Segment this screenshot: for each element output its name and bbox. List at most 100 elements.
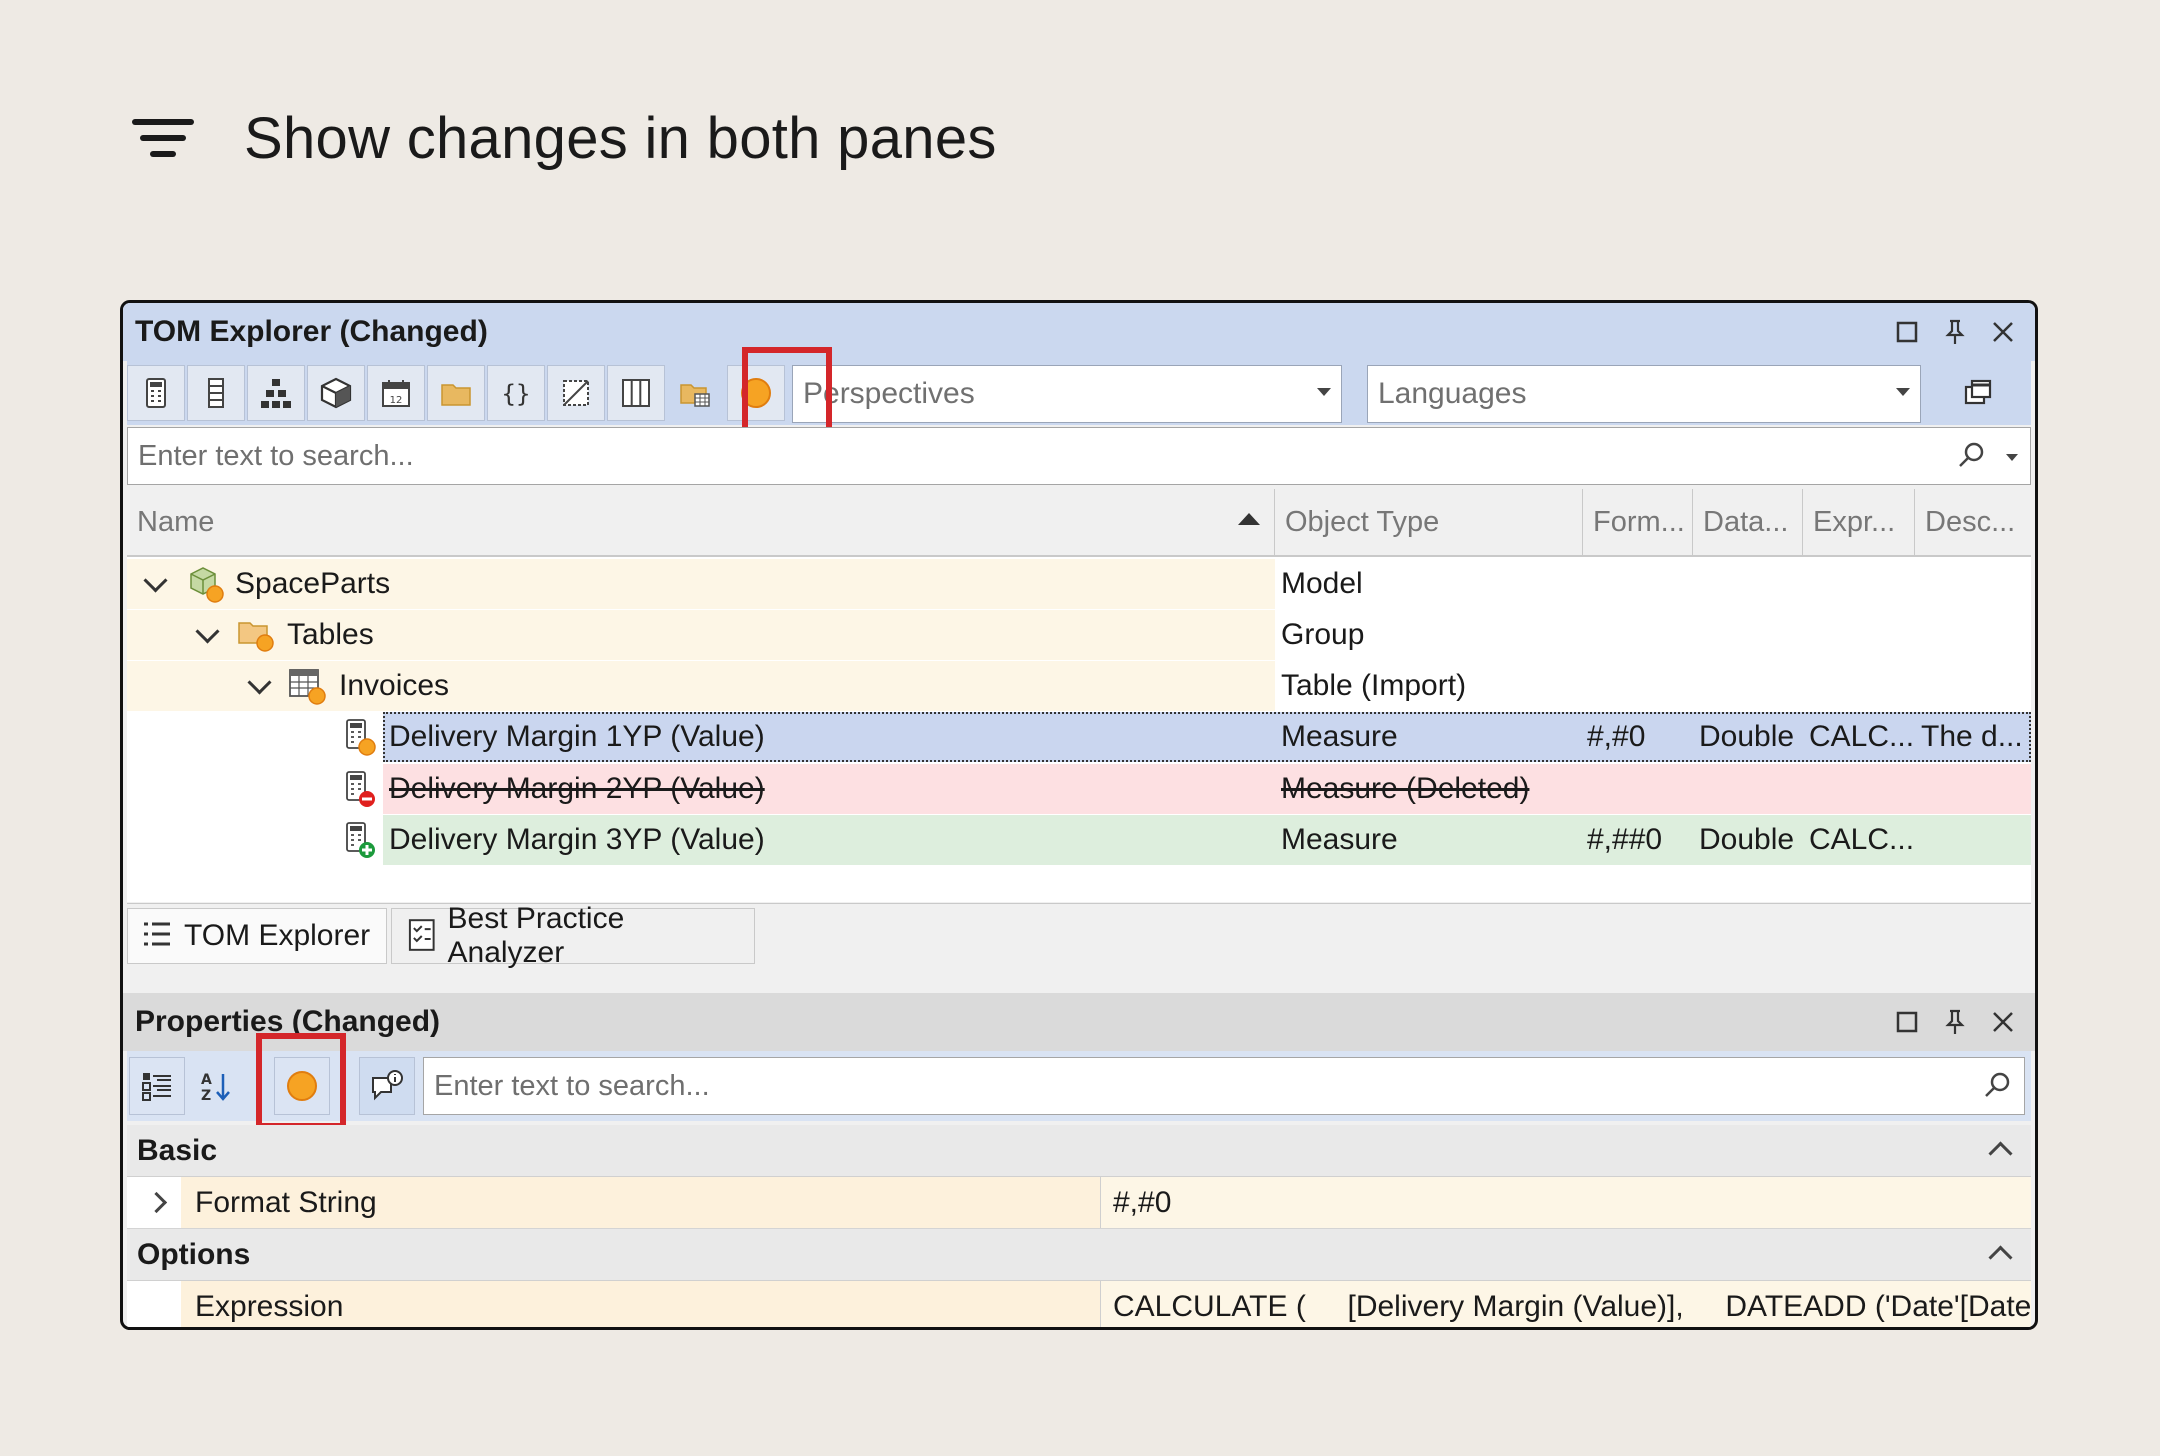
hidden-toggle-button[interactable] [547, 365, 605, 421]
close-icon[interactable] [1991, 1010, 2015, 1034]
chevron-down-icon [1896, 388, 1910, 396]
tree-row-format: #,##0 [1587, 823, 1663, 856]
tree-row-type: Model [1281, 567, 1363, 600]
page-title: Show changes in both panes [244, 105, 997, 171]
languages-label: Languages [1378, 377, 1527, 410]
folder-table-icon [680, 384, 710, 407]
svg-text:12: 12 [390, 395, 403, 406]
search-icon[interactable] [1956, 440, 1986, 470]
tom-toolbar: 12 {} Perspectives Languages [127, 361, 2031, 425]
close-icon[interactable] [1991, 320, 2015, 344]
pin-icon[interactable] [1943, 319, 1967, 344]
column-header-expression[interactable]: Expr... [1803, 489, 1915, 555]
categorized-button[interactable] [129, 1057, 185, 1115]
expression-toggle-button[interactable]: {} [487, 365, 545, 421]
tree-row-format: #,#0 [1587, 720, 1646, 753]
section-options[interactable]: Options [127, 1229, 2031, 1281]
tree-row-measure-3yp[interactable]: Delivery Margin 3YP (Value) Measure #,##… [127, 815, 2031, 865]
hierarchy-toggle-button[interactable] [247, 365, 305, 421]
column-header-object-type[interactable]: Object Type [1275, 489, 1583, 555]
tree-row-description: The d... [1921, 720, 2023, 753]
column-header-data[interactable]: Data... [1693, 489, 1803, 555]
property-pages-button[interactable] [359, 1057, 415, 1115]
tree-row-expression: CALC... [1809, 823, 1915, 856]
tree-row-type: Table (Import) [1281, 669, 1467, 702]
tree-row-datatype: Double [1699, 823, 1795, 856]
tree-row-type: Measure [1281, 823, 1398, 856]
tree-row-name: Tables [287, 618, 374, 651]
collapse-icon[interactable] [1988, 1245, 2013, 1270]
property-name: Format String [181, 1177, 1101, 1228]
tree-row-expression: CALC... [1809, 720, 1915, 753]
properties-show-changes-highlight [256, 1033, 346, 1129]
folder-icon [237, 610, 277, 660]
section-basic[interactable]: Basic [127, 1125, 2031, 1177]
alphabetical-button[interactable]: AZ [187, 1057, 243, 1115]
tree-row-measure-1yp[interactable]: Delivery Margin 1YP (Value) Measure #,#0… [127, 712, 2031, 762]
chevron-down-icon[interactable] [195, 610, 223, 660]
partition-toggle-button[interactable] [307, 365, 365, 421]
measure-changed-icon [339, 712, 379, 762]
braces-icon: {} [502, 380, 531, 408]
tom-explorer-titlebar: TOM Explorer (Changed) [123, 303, 2035, 361]
new-window-button[interactable] [1949, 365, 2007, 421]
perspectives-dropdown[interactable]: Perspectives [792, 365, 1342, 423]
calendar-toggle-button[interactable]: 12 [367, 365, 425, 421]
cube-icon [320, 377, 352, 409]
hidden-object-icon [563, 380, 589, 406]
tree-row-name: Delivery Margin 3YP (Value) [389, 823, 765, 856]
svg-text:Z: Z [201, 1088, 211, 1104]
columns-view-toggle-button[interactable] [607, 365, 665, 421]
columns-view-icon [622, 379, 650, 407]
collapse-icon[interactable] [1988, 1141, 2013, 1166]
sort-ascending-icon [1238, 513, 1260, 525]
tree-row-name: Delivery Margin 2YP (Value) [389, 772, 765, 805]
column-header-description[interactable]: Desc... [1915, 489, 2035, 555]
search-icon[interactable] [1982, 1070, 2012, 1100]
checklist-icon [408, 919, 435, 951]
column-toggle-button[interactable] [187, 365, 245, 421]
property-row-format-string[interactable]: Format String #,#0 [127, 1177, 2031, 1229]
tree-row-invoices[interactable]: Invoices Table (Import) [127, 661, 2031, 711]
maximize-icon[interactable] [1895, 320, 1919, 344]
column-header-name[interactable]: Name [127, 489, 1275, 555]
maximize-icon[interactable] [1895, 1010, 1919, 1034]
tom-tree: SpaceParts Model Tables Group Invoices T… [127, 557, 2031, 902]
pin-icon[interactable] [1943, 1009, 1967, 1034]
categorized-icon [142, 1073, 171, 1101]
metadata-folder-button[interactable] [667, 365, 725, 421]
tree-row-name: Delivery Margin 1YP (Value) [389, 720, 765, 753]
tree-row-tables[interactable]: Tables Group [127, 610, 2031, 660]
tom-search-placeholder: Enter text to search... [138, 439, 414, 472]
tom-search-input[interactable]: Enter text to search... [127, 427, 2031, 485]
column-header-format[interactable]: Form... [1583, 489, 1693, 555]
search-options-chevron-icon[interactable] [2006, 454, 2018, 461]
measure-added-icon [339, 815, 379, 865]
languages-dropdown[interactable]: Languages [1367, 365, 1921, 423]
tree-row-model[interactable]: SpaceParts Model [127, 559, 2031, 609]
property-value[interactable]: #,#0 [1101, 1177, 2031, 1228]
display-folder-toggle-button[interactable] [427, 365, 485, 421]
chevron-down-icon[interactable] [143, 559, 171, 609]
calendar-icon: 12 [382, 380, 410, 407]
tree-row-type: Measure [1281, 720, 1398, 753]
tree-row-measure-2yp[interactable]: Delivery Margin 2YP (Value) Measure (Del… [127, 764, 2031, 814]
tree-row-datatype: Double [1699, 720, 1795, 753]
filter-lines-icon [132, 113, 194, 163]
tab-tom-explorer[interactable]: TOM Explorer [127, 908, 387, 964]
measure-toggle-button[interactable] [127, 365, 185, 421]
tab-best-practice-analyzer[interactable]: Best Practice Analyzer [391, 902, 755, 969]
chevron-down-icon[interactable] [247, 661, 275, 711]
folder-icon [441, 384, 471, 406]
chevron-right-icon[interactable] [145, 1191, 168, 1214]
property-value[interactable]: CALCULATE ( [Delivery Margin (Value)], D… [1101, 1281, 2031, 1327]
tom-tab-strip: TOM Explorer Best Practice Analyzer [127, 902, 2031, 974]
tree-row-type: Group [1281, 618, 1365, 651]
properties-titlebar: Properties (Changed) [123, 993, 2035, 1051]
properties-search-input[interactable]: Enter text to search... [423, 1057, 2025, 1115]
property-row-expression[interactable]: Expression CALCULATE ( [Delivery Margin … [127, 1281, 2031, 1327]
svg-text:{}: {} [502, 380, 531, 408]
property-name: Expression [181, 1281, 1101, 1327]
sort-az-icon: AZ [201, 1072, 230, 1104]
info-bubble-icon [372, 1070, 403, 1101]
